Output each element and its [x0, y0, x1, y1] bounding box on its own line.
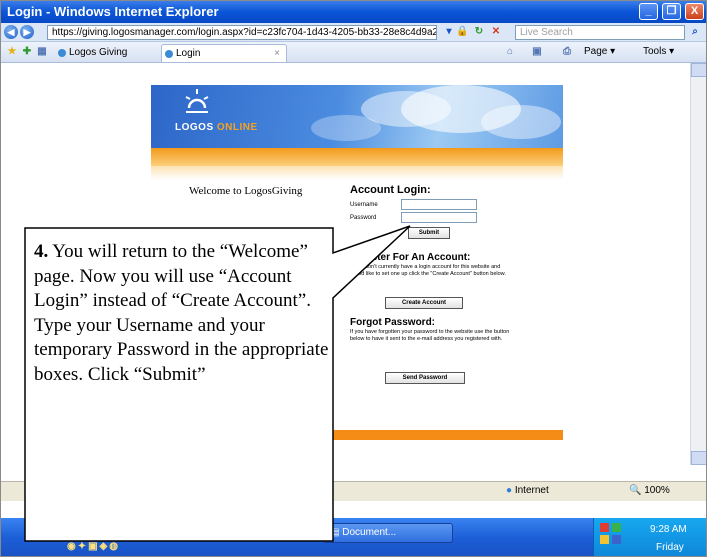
- forward-icon[interactable]: ▶: [20, 25, 34, 39]
- tab-label: Logos Giving: [69, 47, 128, 58]
- globe-icon: ●: [506, 485, 513, 496]
- system-tray: 9:28 AM Friday: [593, 518, 706, 556]
- welcome-text: Welcome to LogosGiving: [189, 185, 303, 197]
- footer-orange-stripe: [151, 430, 563, 440]
- home-icon[interactable]: ⌂: [504, 46, 516, 58]
- page-menu[interactable]: Page ▾: [584, 45, 615, 59]
- close-tab-icon[interactable]: ×: [274, 45, 280, 62]
- clock-day: Friday: [656, 542, 684, 553]
- lock-icon[interactable]: 🔒: [456, 26, 468, 38]
- favorites-star-icon[interactable]: ★: [6, 46, 18, 58]
- callout-body: You will return to the “Welcome” page. N…: [34, 241, 329, 385]
- vertical-scrollbar[interactable]: [690, 63, 706, 465]
- ie-page-icon: [165, 50, 173, 58]
- send-password-button[interactable]: Send Password: [385, 372, 465, 384]
- tray-icons[interactable]: [600, 523, 630, 551]
- taskbar: ◉✦▣◈◍ ▤ Document... 9:28 AM Friday: [1, 518, 706, 556]
- callout-instructions: 4. You will return to the “Welcome” page…: [34, 240, 334, 387]
- print-icon[interactable]: ⎙: [561, 46, 573, 58]
- tray-icon[interactable]: [600, 535, 609, 544]
- quick-launch-icons[interactable]: ◉✦▣◈◍: [67, 541, 120, 552]
- logo-wordmark: LOGOS ONLINE: [175, 122, 258, 133]
- feeds-icon[interactable]: ▣: [531, 46, 543, 58]
- zoom-label: 100%: [644, 485, 670, 496]
- tray-icon[interactable]: [612, 523, 621, 532]
- tab-bar: ★ ✚ ▦ Logos Giving Login × ⌂ ▣ ⎙ Page ▾ …: [1, 42, 706, 63]
- banner-fade: [151, 166, 563, 180]
- tray-icon[interactable]: [612, 535, 621, 544]
- account-login-heading: Account Login:: [350, 184, 431, 196]
- window-title: Login - Windows Internet Explorer: [7, 4, 219, 19]
- register-heading: Register For An Account:: [350, 252, 471, 263]
- logo-text-online: ONLINE: [216, 122, 258, 133]
- tab-login[interactable]: Login ×: [161, 44, 287, 62]
- url-input[interactable]: https://giving.logosmanager.com/login.as…: [47, 25, 437, 40]
- forgot-password-heading: Forgot Password:: [350, 317, 436, 328]
- tools-menu[interactable]: Tools ▾: [643, 45, 674, 59]
- refresh-icon[interactable]: ↻: [473, 26, 485, 38]
- register-text: If you don't currently have a login acco…: [350, 264, 506, 277]
- address-bar: ◀ ▶ https://giving.logosmanager.com/logi…: [1, 23, 706, 42]
- close-button[interactable]: X: [685, 3, 704, 20]
- task-button-label: Document...: [342, 527, 397, 538]
- password-input[interactable]: [401, 212, 477, 223]
- footer-band: [151, 440, 563, 448]
- search-input[interactable]: Live Search: [515, 25, 685, 40]
- zone-label: Internet: [514, 485, 549, 496]
- scroll-down-button[interactable]: [691, 451, 706, 465]
- banner-orange-stripe: [151, 148, 563, 166]
- task-button-document[interactable]: ▤ Document...: [323, 523, 453, 543]
- maximize-button[interactable]: ❐: [662, 3, 681, 20]
- back-icon[interactable]: ◀: [4, 25, 18, 39]
- forgot-password-text: If you have forgotten your password to t…: [350, 329, 510, 342]
- zoom-level[interactable]: 🔍 100%: [629, 485, 670, 496]
- password-label: Password: [350, 215, 377, 221]
- clock-time[interactable]: 9:28 AM: [650, 524, 687, 535]
- status-bar: ● Internet 🔍 100%: [1, 481, 706, 501]
- zoom-icon: 🔍: [629, 485, 642, 496]
- scroll-up-button[interactable]: [691, 63, 706, 77]
- document-icon: ▤: [330, 527, 343, 538]
- create-account-button[interactable]: Create Account: [385, 297, 463, 309]
- callout-step-number: 4.: [34, 241, 49, 262]
- search-icon[interactable]: ⌕: [689, 26, 701, 38]
- title-bar: Login - Windows Internet Explorer _ ❐ X: [1, 1, 706, 23]
- username-label: Username: [350, 202, 378, 208]
- submit-button[interactable]: Submit: [408, 227, 450, 239]
- add-favorites-icon[interactable]: ✚: [21, 46, 33, 58]
- ie-page-icon: [58, 49, 66, 57]
- sun-logo-icon: [185, 89, 209, 113]
- username-input[interactable]: [401, 199, 477, 210]
- tab-logos-giving[interactable]: Logos Giving: [55, 44, 155, 62]
- tab-label: Login: [176, 48, 201, 59]
- stop-icon[interactable]: ✕: [490, 26, 502, 38]
- tray-icon[interactable]: [600, 523, 609, 532]
- tab-list-icon[interactable]: ▦: [36, 46, 48, 58]
- dropdown-icon[interactable]: ▾: [443, 26, 455, 38]
- minimize-button[interactable]: _: [639, 3, 658, 20]
- logos-banner: LOGOS ONLINE: [151, 85, 563, 148]
- security-zone: ● Internet: [506, 485, 549, 496]
- logo-text-logos: LOGOS: [175, 122, 214, 133]
